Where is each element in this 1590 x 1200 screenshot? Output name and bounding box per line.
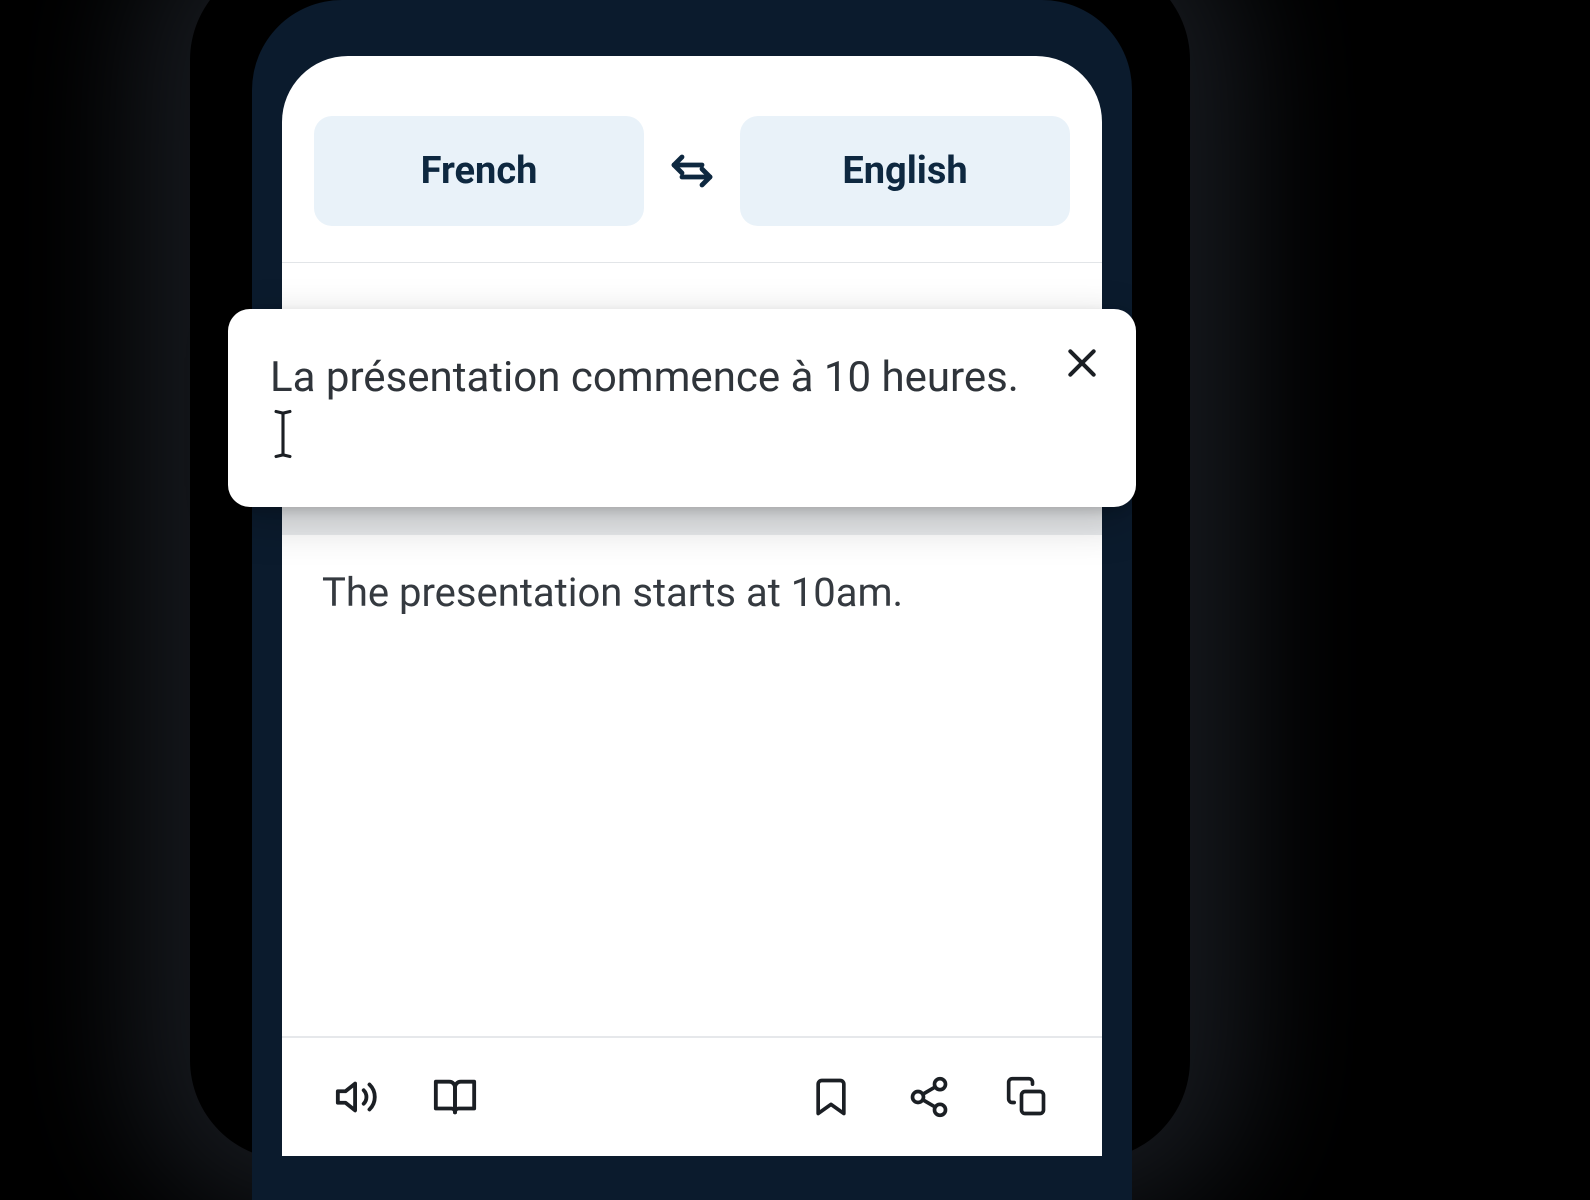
translation-text: The presentation starts at 10am. [322,569,1062,616]
save-button[interactable] [796,1062,866,1132]
translation-output-area: The presentation starts at 10am. [282,535,1102,696]
phone-screen: French English The presentation starts a… [282,56,1102,1156]
language-selector-bar: French English [282,56,1102,262]
clear-input-button[interactable] [1058,339,1106,387]
share-button[interactable] [894,1062,964,1132]
bookmark-icon [809,1075,853,1119]
target-language-label: English [842,149,967,193]
share-icon [907,1075,951,1119]
source-language-label: French [421,149,538,193]
copy-icon [1005,1075,1049,1119]
source-language-button[interactable]: French [314,116,644,226]
swap-languages-button[interactable] [666,145,718,197]
close-icon [1062,343,1102,383]
dictionary-button[interactable] [420,1062,490,1132]
target-language-button[interactable]: English [740,116,1070,226]
book-open-icon [432,1074,478,1120]
swap-icon [668,147,716,195]
speaker-icon [334,1074,380,1120]
source-input-text[interactable]: La présentation commence à 10 heures. [270,349,1036,467]
source-input-card[interactable]: La présentation commence à 10 heures. [228,309,1136,507]
copy-button[interactable] [992,1062,1062,1132]
text-cursor-icon [272,408,294,460]
source-text-value: La présentation commence à 10 heures. [270,353,1019,402]
listen-button[interactable] [322,1062,392,1132]
output-toolbar [282,1036,1102,1156]
